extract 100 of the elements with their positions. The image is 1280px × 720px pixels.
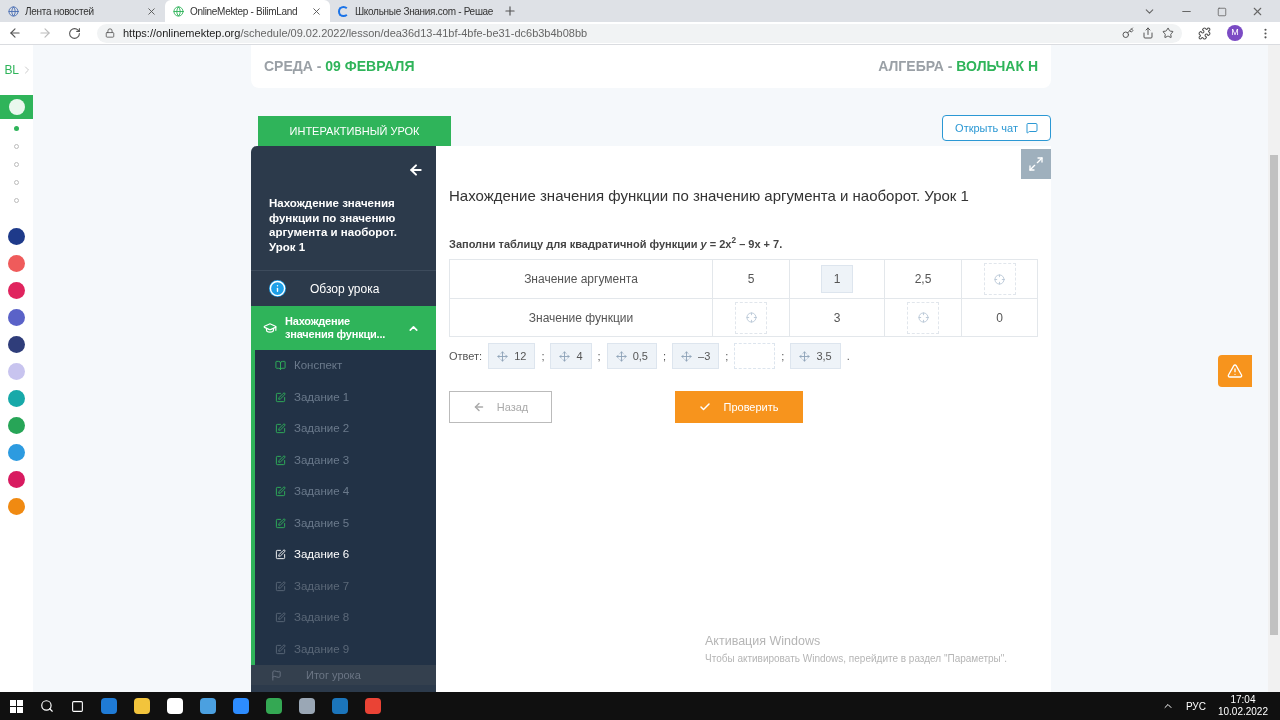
clock-date: 10.02.2022 xyxy=(1217,706,1268,718)
tab-title: Лента новостей xyxy=(25,4,95,19)
extensions-icon xyxy=(1198,26,1211,40)
separator: . xyxy=(846,348,850,364)
back-icon xyxy=(408,162,424,178)
start-icon[interactable] xyxy=(10,699,23,713)
key-icon xyxy=(1122,27,1134,39)
flag-icon xyxy=(271,669,282,681)
app-icon[interactable] xyxy=(8,309,25,326)
drag-icon xyxy=(615,350,627,362)
taskbar-app-icon[interactable] xyxy=(266,698,282,714)
back-icon xyxy=(8,26,22,40)
separator: ; xyxy=(541,348,545,364)
info-icon xyxy=(269,280,286,297)
address-field[interactable]: https://onlinemektep.org/schedule/09.02.2022/lesson/dea36d13-41bf-4bfe-be31-dc6b3b4b08bb xyxy=(97,23,1182,43)
check-icon xyxy=(699,401,712,413)
alert-button[interactable] xyxy=(1218,355,1252,387)
check-button[interactable]: Проверить xyxy=(675,391,803,423)
drag-icon xyxy=(559,350,571,362)
task-item[interactable]: Задание 6 xyxy=(255,539,436,571)
forward-icon xyxy=(38,26,52,40)
edit-icon xyxy=(275,549,286,561)
taskbar-app-icon[interactable] xyxy=(299,698,315,714)
browser-tab[interactable]: OnlineMektep - BilimLand xyxy=(165,0,330,22)
table-cell-text: 3 xyxy=(833,309,841,327)
open-chat-button[interactable]: Открыть чат xyxy=(942,115,1051,141)
separator: ; xyxy=(725,348,729,364)
browser-tab[interactable]: Лента новостей xyxy=(0,0,165,22)
back-button[interactable]: Назад xyxy=(449,391,552,423)
edit-icon xyxy=(275,454,286,466)
lesson-tab[interactable]: ИНТЕРАКТИВНЫЙ УРОК xyxy=(258,116,451,146)
subject-title: АЛГЕБРА - ВОЛЬЧАК Н xyxy=(878,57,1038,76)
taskbar-app-icon[interactable] xyxy=(233,698,249,714)
search-icon xyxy=(40,699,54,713)
book-icon xyxy=(275,360,286,372)
edit-icon xyxy=(275,423,286,435)
star-icon xyxy=(1162,27,1174,39)
task-item[interactable]: Конспект xyxy=(255,350,436,382)
edit-icon xyxy=(275,391,286,403)
edit-icon xyxy=(275,580,286,592)
table-cell-text: Значение функции xyxy=(528,309,634,327)
answer-tile[interactable]: –3 xyxy=(672,343,720,369)
logo[interactable]: BL xyxy=(4,61,19,79)
app-icon[interactable] xyxy=(8,336,25,353)
task-item[interactable]: Задание 4 xyxy=(255,476,436,508)
app-icon xyxy=(8,99,25,115)
app-icon[interactable] xyxy=(8,282,25,299)
taskbar-app-icon[interactable] xyxy=(167,698,183,714)
edit-icon xyxy=(275,612,286,624)
target-icon xyxy=(745,312,757,323)
close-icon xyxy=(146,5,157,17)
answer-label: Ответ: xyxy=(449,348,483,364)
close-icon xyxy=(1251,5,1264,18)
activation-title: Активация Windows xyxy=(705,633,822,651)
taskbar-app-icon[interactable] xyxy=(134,698,150,714)
cap-icon xyxy=(263,321,277,335)
date-title: СРЕДА - 09 ФЕВРАЛЯ xyxy=(264,57,415,76)
answer-tile[interactable]: 0,5 xyxy=(606,343,657,369)
taskbar-app-icon[interactable] xyxy=(101,698,117,714)
overview-item[interactable]: Обзор урока xyxy=(251,271,436,306)
share-icon xyxy=(1142,27,1154,39)
task-prompt: Заполни таблицу для квадратичной функции y = 2x$^{2}$ – 9x + 7. xyxy=(449,235,784,252)
app-icon[interactable] xyxy=(8,228,25,245)
restore-icon xyxy=(1217,6,1227,17)
drag-icon xyxy=(799,350,811,362)
taskbar-app-icon[interactable] xyxy=(200,698,216,714)
url-text: https://onlinemektep.org/schedule/09.02.2022/lesson/dea36d13-41bf-4bfe-be31-dc6b3b4b08bb xyxy=(123,25,588,41)
task-item[interactable]: Задание 1 xyxy=(255,381,436,413)
section-header[interactable]: Нахождение значения функци... xyxy=(251,306,436,350)
target-icon xyxy=(917,312,929,323)
app-icon[interactable] xyxy=(8,471,25,488)
separator: ; xyxy=(781,348,785,364)
separator: ; xyxy=(662,348,667,364)
chat-icon xyxy=(1026,122,1038,134)
task-item[interactable]: Задание 3 xyxy=(255,444,436,476)
task-title: Нахождение значения функции по значению аргумента и наоборот. Урок 1 xyxy=(449,186,970,206)
table-cell-text: 0 xyxy=(996,309,1003,327)
fullscreen-button[interactable] xyxy=(1021,149,1051,179)
lang-indicator[interactable]: РУС xyxy=(1185,698,1206,714)
task-item[interactable]: Задание 2 xyxy=(255,413,436,445)
lock-icon xyxy=(105,28,115,38)
activation-text: Чтобы активировать Windows, перейдите в раздел "Параметры". xyxy=(705,652,1009,666)
profile-avatar[interactable]: M xyxy=(1227,25,1243,41)
separator: ; xyxy=(597,348,601,364)
expand-icon xyxy=(1028,156,1044,172)
arrow-icon xyxy=(472,401,485,413)
task-item[interactable]: Задание 5 xyxy=(255,507,436,539)
table-cell-text: Значение аргумента xyxy=(524,271,638,288)
edit-icon xyxy=(275,486,286,498)
answer-tile[interactable]: 12 xyxy=(488,343,536,369)
taskbar-app-icon[interactable] xyxy=(332,698,348,714)
section-title: Нахождение значения функци... xyxy=(285,315,387,341)
answer-tile[interactable]: 4 xyxy=(550,343,592,369)
reload-icon xyxy=(68,26,81,40)
new-tab-icon xyxy=(503,4,517,18)
taskbar-app-icon[interactable] xyxy=(365,698,381,714)
answer-tile[interactable]: 1 xyxy=(820,265,854,293)
answer-tile[interactable]: 3,5 xyxy=(790,343,841,369)
drag-icon xyxy=(497,350,509,362)
drag-icon xyxy=(681,350,693,362)
